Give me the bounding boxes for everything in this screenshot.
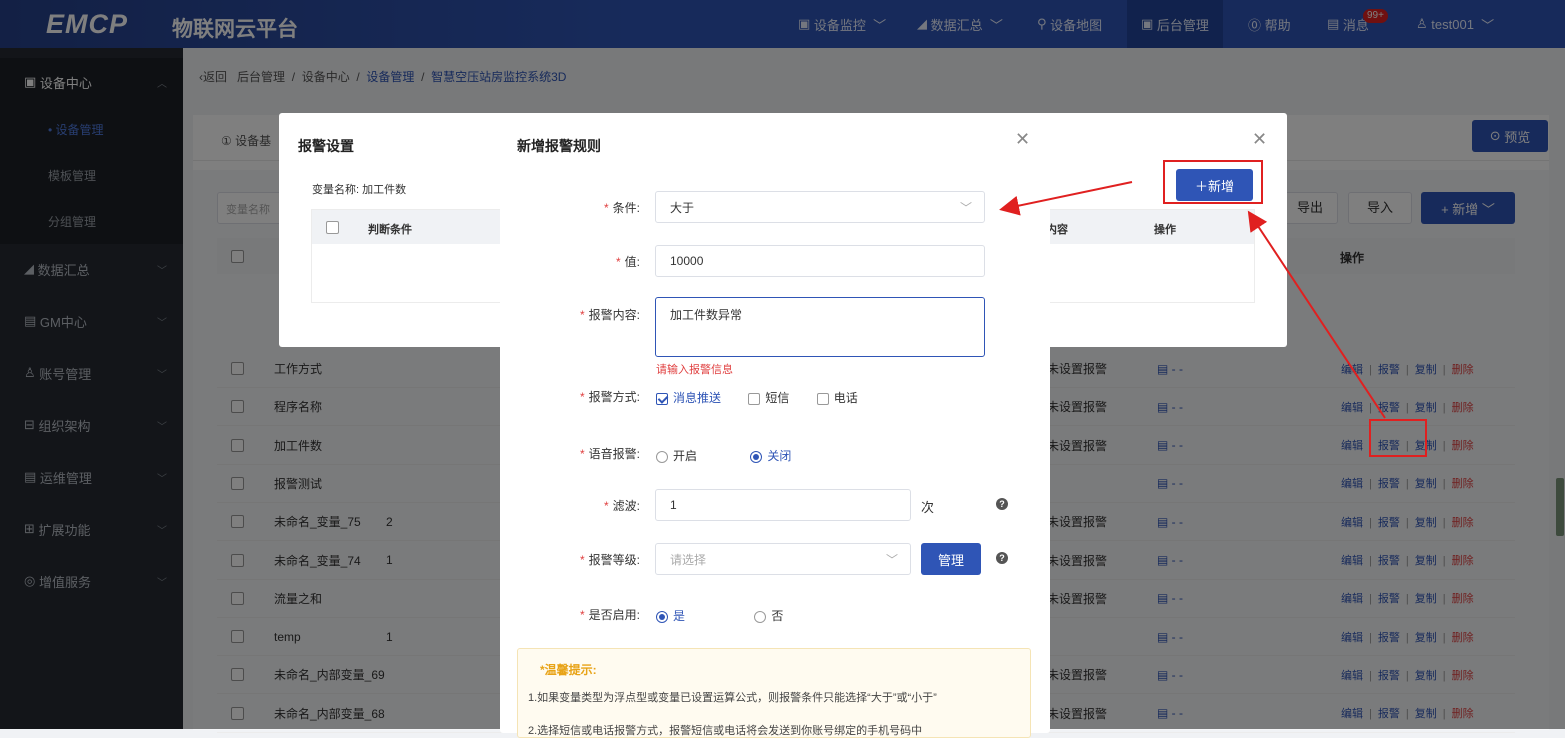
arrow-to-add — [1247, 210, 1386, 419]
arrow-to-condition — [999, 181, 1133, 216]
annotation-arrows — [999, 181, 1386, 419]
scrollbar-thumb[interactable] — [1556, 478, 1564, 536]
